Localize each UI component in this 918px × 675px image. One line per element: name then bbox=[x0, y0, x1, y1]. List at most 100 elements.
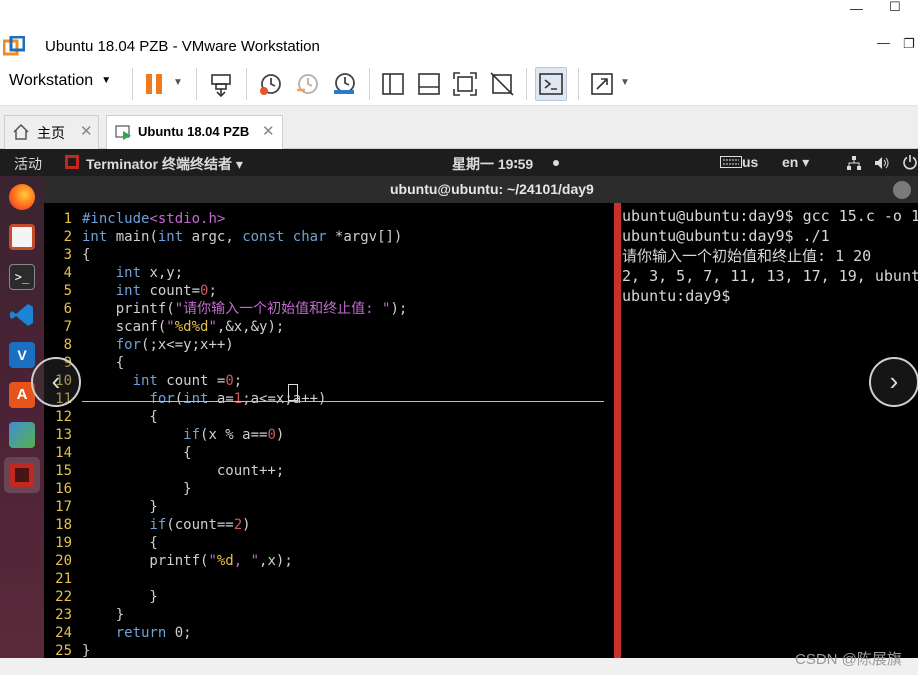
code-text: } bbox=[82, 607, 125, 623]
pause-dropdown-chevron-icon[interactable]: ▼ bbox=[173, 77, 183, 88]
fullscreen-dropdown-chevron-icon[interactable]: ▼ bbox=[620, 77, 630, 88]
home-icon bbox=[13, 123, 29, 140]
code-line: 6 printf("请你输入一个初始值和终止值: "); bbox=[44, 300, 614, 318]
code-text: scanf("%d%d",&x,&y); bbox=[82, 319, 285, 335]
restore-button[interactable]: ❐ bbox=[903, 37, 915, 51]
terminator-icon bbox=[10, 463, 34, 487]
line-number: 1 bbox=[63, 211, 72, 227]
line-number: 17 bbox=[55, 499, 72, 515]
os-maximize-button[interactable]: ☐ bbox=[889, 0, 901, 14]
vmware-workstation-icon[interactable]: V bbox=[9, 342, 35, 368]
line-number: 18 bbox=[55, 517, 72, 533]
line-number: 24 bbox=[55, 625, 72, 641]
revert-snapshot-icon[interactable] bbox=[293, 70, 321, 98]
code-line: 23 } bbox=[44, 606, 614, 624]
language-menu[interactable]: en ▾ bbox=[782, 154, 809, 171]
terminal-pane-editor[interactable]: 1 #include<stdio.h> 2 int main(int argc, co… bbox=[44, 203, 614, 658]
window-title: Ubuntu 18.04 PZB - VMware Workstation bbox=[45, 38, 320, 55]
code-line: 12 { bbox=[44, 408, 614, 426]
dock-active-item[interactable] bbox=[4, 457, 40, 493]
shell-output-line: ubuntu@ubuntu:day9$ gcc 15.c -o 1 bbox=[622, 207, 918, 225]
code-text: if(x % a==0) bbox=[183, 427, 285, 443]
code-text: count++; bbox=[82, 463, 285, 479]
code-line: 3{ bbox=[44, 246, 614, 264]
fullscreen-icon[interactable] bbox=[588, 70, 616, 98]
line-number: 12 bbox=[55, 409, 72, 425]
pane-divider[interactable] bbox=[614, 203, 621, 658]
pause-icon[interactable] bbox=[141, 70, 169, 98]
tab-label: Ubuntu 18.04 PZB bbox=[138, 124, 250, 139]
vscode-icon[interactable] bbox=[9, 302, 35, 328]
network-icon[interactable] bbox=[846, 155, 862, 171]
next-arrow-button[interactable]: › bbox=[869, 357, 918, 407]
code-line: 13 if(x % a==0) bbox=[44, 426, 614, 444]
send-ctrl-alt-del-icon[interactable] bbox=[207, 70, 235, 98]
close-icon[interactable]: ✕ bbox=[80, 122, 93, 140]
app-menu[interactable]: Terminator 终端终结者 ▾ bbox=[86, 154, 243, 174]
code-line: 21 bbox=[44, 570, 614, 588]
minimize-button[interactable]: — bbox=[877, 36, 890, 50]
toolbar-divider bbox=[526, 68, 527, 100]
watermark: CSDN @陈展旗 bbox=[795, 651, 902, 668]
files-icon[interactable] bbox=[9, 224, 35, 250]
line-number: 23 bbox=[55, 607, 72, 623]
tab-label: 主页 bbox=[37, 125, 65, 141]
tab-home[interactable]: 主页 ✕ bbox=[4, 115, 99, 149]
chevron-down-icon: ▼ bbox=[101, 75, 112, 86]
unity-icon[interactable] bbox=[488, 70, 516, 98]
code-line: 20 printf("%d, ",x); bbox=[44, 552, 614, 570]
code-line: 11 for(int a=1;a<=x;a++) bbox=[44, 390, 614, 408]
snapshot-manager-icon[interactable] bbox=[330, 70, 358, 98]
os-minimize-button[interactable]: — bbox=[850, 2, 863, 16]
thumbnail-icon[interactable] bbox=[415, 70, 443, 98]
previous-arrow-button[interactable]: ‹ bbox=[31, 357, 81, 407]
notification-dot-icon bbox=[553, 160, 559, 166]
guest-display[interactable]: 活动 Terminator 终端终结者 ▾ 星期一 19∶59 us en ▾ … bbox=[0, 149, 918, 658]
line-number: 22 bbox=[55, 589, 72, 605]
activities-button[interactable]: 活动 bbox=[14, 154, 42, 174]
code-text: } bbox=[82, 481, 192, 497]
close-icon[interactable]: ✕ bbox=[262, 122, 275, 140]
vm-title-bar: — ☐ Ubuntu 18.04 PZB - VMware Workstatio… bbox=[0, 0, 918, 62]
line-number: 3 bbox=[63, 247, 72, 263]
line-number: 19 bbox=[55, 535, 72, 551]
code-text: int x,y; bbox=[115, 265, 184, 281]
code-line: 14 { bbox=[44, 444, 614, 462]
code-text: printf("%d, ",x); bbox=[82, 553, 293, 569]
code-text: int count =0; bbox=[132, 373, 243, 389]
fit-guest-icon[interactable] bbox=[451, 70, 479, 98]
code-text: #include<stdio.h> bbox=[82, 211, 226, 227]
code-text: } bbox=[82, 589, 158, 605]
line-number: 14 bbox=[55, 445, 72, 461]
snapshot-icon[interactable] bbox=[256, 70, 284, 98]
shell-output-line: ubuntu:day9$ bbox=[622, 287, 731, 305]
library-icon[interactable] bbox=[379, 70, 407, 98]
workstation-menu[interactable]: Workstation ▼ bbox=[9, 72, 111, 90]
firefox-icon[interactable] bbox=[9, 184, 35, 210]
console-view-button[interactable] bbox=[535, 67, 567, 101]
power-icon[interactable] bbox=[902, 154, 918, 170]
line-number: 5 bbox=[63, 283, 72, 299]
console-view-icon bbox=[539, 73, 563, 95]
line-number: 16 bbox=[55, 481, 72, 497]
code-line: 9 { bbox=[44, 354, 614, 372]
tab-ubuntu-vm[interactable]: Ubuntu 18.04 PZB ✕ bbox=[106, 115, 283, 149]
code-line: 10 int count =0; bbox=[44, 372, 614, 390]
terminal-icon[interactable]: >_ bbox=[9, 264, 35, 290]
toolbar-divider bbox=[196, 68, 197, 100]
code-text: int main(int argc, const char *argv[]) bbox=[82, 229, 403, 245]
terminal-pane-shell[interactable]: ubuntu@ubuntu:day9$ gcc 15.c -o 1 ubuntu@… bbox=[621, 203, 918, 658]
line-number: 2 bbox=[63, 229, 72, 245]
code-text: } bbox=[82, 499, 158, 515]
toolbar-divider bbox=[578, 68, 579, 100]
software-updater-icon[interactable] bbox=[9, 422, 35, 448]
line-number: 13 bbox=[55, 427, 72, 443]
window-control-icon[interactable] bbox=[893, 181, 911, 199]
keyboard-layout[interactable]: us bbox=[742, 154, 758, 170]
clock[interactable]: 星期一 19∶59 bbox=[452, 154, 533, 174]
line-number: 25 bbox=[55, 643, 72, 658]
toolbar-divider bbox=[369, 68, 370, 100]
volume-icon[interactable] bbox=[874, 155, 890, 171]
line-number: 6 bbox=[63, 301, 72, 317]
code-text: int count=0; bbox=[115, 283, 217, 299]
